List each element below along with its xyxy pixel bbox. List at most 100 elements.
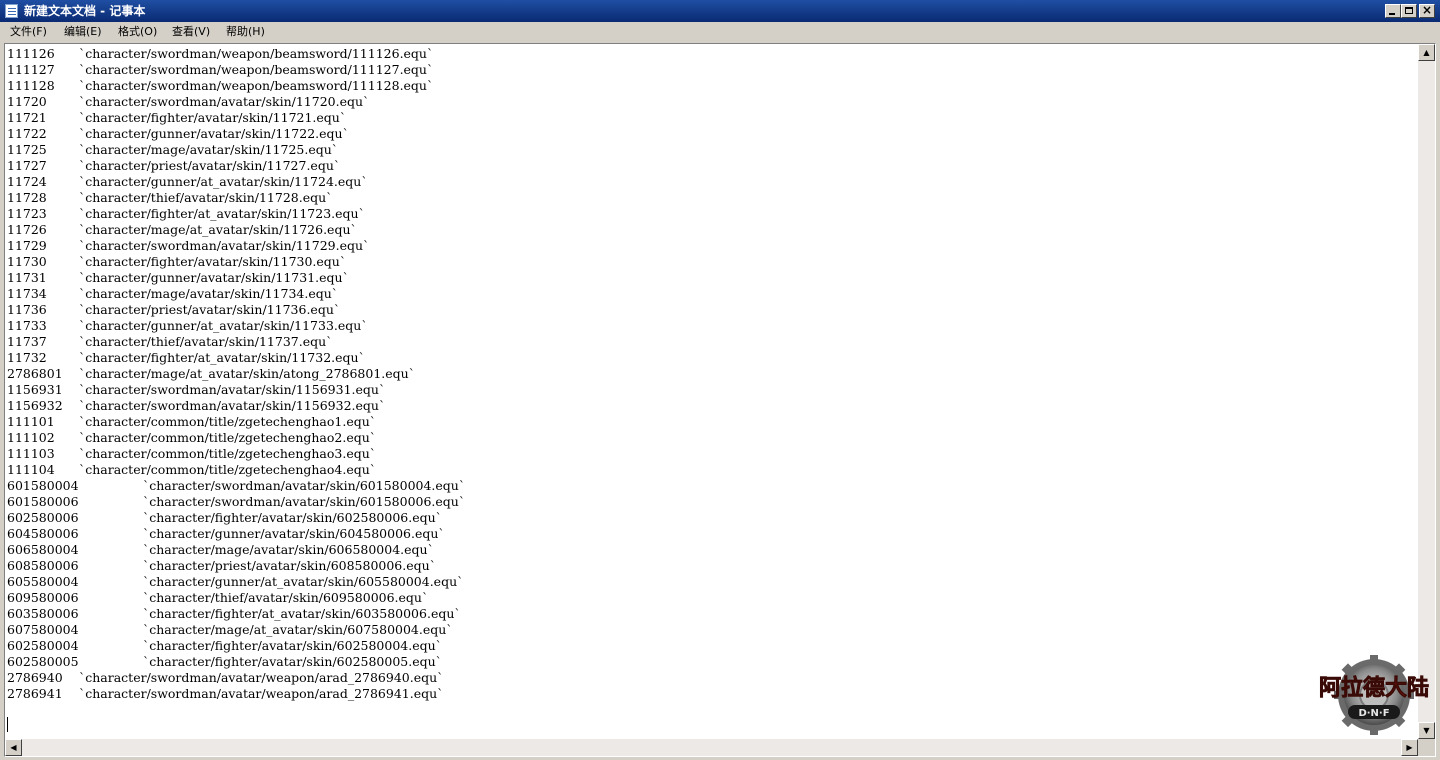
line-id: 602580006 (7, 510, 79, 525)
menu-view[interactable]: 查看(V) (172, 24, 210, 40)
text-line: 11736 `character/priest/avatar/skin/11736… (7, 302, 1417, 318)
line-id: 11734 (7, 286, 47, 301)
line-path: `character/mage/avatar/skin/11725.equ` (79, 142, 339, 157)
text-line: 111104 `character/common/title/zgetecheng… (7, 462, 1417, 478)
menu-edit[interactable]: 编辑(E) (64, 24, 102, 40)
title-bar[interactable]: 新建文本文档 - 记事本 × (0, 0, 1440, 22)
line-id: 601580004 (7, 478, 79, 493)
text-line: 11723 `character/fighter/at_avatar/skin/1… (7, 206, 1417, 222)
text-content[interactable]: 111126 `character/swordman/weapon/beamswo… (7, 46, 1417, 738)
text-line: 11732 `character/fighter/at_avatar/skin/1… (7, 350, 1417, 366)
line-id: 11730 (7, 254, 47, 269)
line-id: 111102 (7, 430, 55, 445)
line-id: 11721 (7, 110, 47, 125)
close-icon: × (1421, 3, 1433, 17)
line-id: 1156932 (7, 398, 63, 413)
line-path: `character/mage/at_avatar/skin/607580004… (143, 622, 453, 637)
line-id: 608580006 (7, 558, 79, 573)
line-path: `character/common/title/zgetechenghao2.e… (79, 430, 377, 445)
line-path: `character/mage/at_avatar/skin/atong_278… (79, 366, 415, 381)
line-id: 111127 (7, 62, 55, 77)
line-id: 11723 (7, 206, 47, 221)
window-title: 新建文本文档 - 记事本 (24, 4, 146, 18)
text-line: 111103 `character/common/title/zgetecheng… (7, 446, 1417, 462)
text-line: 111128 `character/swordman/weapon/beamswo… (7, 78, 1417, 94)
text-line: 11728 `character/thief/avatar/skin/11728.… (7, 190, 1417, 206)
text-line: 2786940 `character/swordman/avatar/weapon… (7, 670, 1417, 686)
line-path: `character/thief/avatar/skin/11737.equ` (79, 334, 333, 349)
line-path: `character/swordman/avatar/skin/60158000… (143, 494, 466, 509)
logo-subtitle: D·N·F (1358, 708, 1389, 719)
text-line: 11729 `character/swordman/avatar/skin/117… (7, 238, 1417, 254)
line-id: 1156931 (7, 382, 63, 397)
text-line: 11722 `character/gunner/avatar/skin/11722… (7, 126, 1417, 142)
maximize-button[interactable] (1401, 4, 1417, 18)
line-id: 606580004 (7, 542, 79, 557)
text-line: 602580006 `character/fighter/avatar/skin/… (7, 510, 1417, 526)
line-path: `character/common/title/zgetechenghao1.e… (79, 414, 377, 429)
minimize-button[interactable] (1385, 4, 1401, 18)
line-path: `character/thief/avatar/skin/11728.equ` (79, 190, 333, 205)
scroll-left-button[interactable]: ◀ (5, 739, 22, 756)
line-id: 602580005 (7, 654, 79, 669)
menu-help[interactable]: 帮助(H) (226, 24, 265, 40)
line-id: 11724 (7, 174, 47, 189)
text-line: 609580006 `character/thief/avatar/skin/60… (7, 590, 1417, 606)
line-id: 111101 (7, 414, 55, 429)
line-path: `character/mage/avatar/skin/11734.equ` (79, 286, 339, 301)
notepad-icon (5, 4, 18, 18)
text-line: 11721 `character/fighter/avatar/skin/1172… (7, 110, 1417, 126)
line-path: `character/priest/avatar/skin/608580006.… (143, 558, 436, 573)
menu-file[interactable]: 文件(F) (10, 24, 47, 40)
line-path: `character/swordman/weapon/beamsword/111… (79, 46, 434, 61)
text-caret (7, 717, 8, 732)
line-path: `character/swordman/weapon/beamsword/111… (79, 62, 434, 77)
line-id: 609580006 (7, 590, 79, 605)
line-path: `character/swordman/avatar/weapon/arad_2… (79, 670, 444, 685)
line-id: 2786801 (7, 366, 63, 381)
text-line: 604580006 `character/gunner/avatar/skin/6… (7, 526, 1417, 542)
arrow-left-icon: ◀ (10, 743, 17, 752)
line-id: 11732 (7, 350, 47, 365)
line-path: `character/swordman/avatar/skin/11720.eq… (79, 94, 370, 109)
close-button[interactable]: × (1419, 3, 1435, 18)
line-path: `character/swordman/avatar/skin/11729.eq… (79, 238, 370, 253)
line-path: `character/swordman/weapon/beamsword/111… (79, 78, 434, 93)
scroll-right-button[interactable]: ▶ (1401, 739, 1418, 756)
text-line: 111127 `character/swordman/weapon/beamswo… (7, 62, 1417, 78)
text-line: 11730 `character/fighter/avatar/skin/1173… (7, 254, 1417, 270)
line-path: `character/swordman/avatar/skin/1156932.… (79, 398, 386, 413)
logo-title: 阿拉德大陆 (1319, 675, 1429, 701)
line-id: 111103 (7, 446, 55, 461)
line-id: 11722 (7, 126, 47, 141)
text-line: 11725 `character/mage/avatar/skin/11725.e… (7, 142, 1417, 158)
text-line: 11737 `character/thief/avatar/skin/11737.… (7, 334, 1417, 350)
menu-format[interactable]: 格式(O) (118, 24, 157, 40)
text-line: 605580004 `character/gunner/at_avatar/ski… (7, 574, 1417, 590)
line-id: 111104 (7, 462, 55, 477)
line-id: 601580006 (7, 494, 79, 509)
text-line: 2786941 `character/swordman/avatar/weapon… (7, 686, 1417, 702)
horizontal-scrollbar[interactable]: ◀ ▶ (5, 739, 1418, 756)
line-path: `character/gunner/avatar/skin/604580006.… (143, 526, 445, 541)
line-path: `character/gunner/at_avatar/skin/11724.e… (79, 174, 368, 189)
minimize-icon (1389, 13, 1395, 15)
text-line: 608580006 `character/priest/avatar/skin/6… (7, 558, 1417, 574)
vertical-scrollbar[interactable]: ▲ ▼ (1418, 44, 1435, 739)
line-path: `character/fighter/avatar/skin/602580004… (143, 638, 442, 653)
maximize-icon (1405, 7, 1413, 14)
line-path: `character/gunner/avatar/skin/11731.equ` (79, 270, 349, 285)
line-path: `character/gunner/at_avatar/skin/6055800… (143, 574, 464, 589)
line-id: 11727 (7, 158, 47, 173)
text-line: 111101 `character/common/title/zgetecheng… (7, 414, 1417, 430)
line-path: `character/priest/avatar/skin/11727.equ` (79, 158, 341, 173)
scrollbar-corner (1418, 739, 1435, 756)
line-path: `character/fighter/avatar/skin/602580006… (143, 510, 442, 525)
line-path: `character/gunner/at_avatar/skin/11733.e… (79, 318, 368, 333)
text-line: 111126 `character/swordman/weapon/beamswo… (7, 46, 1417, 62)
line-id: 2786941 (7, 686, 63, 701)
line-id: 603580006 (7, 606, 79, 621)
text-editor[interactable]: 111126 `character/swordman/weapon/beamswo… (4, 43, 1436, 757)
line-id: 604580006 (7, 526, 79, 541)
scroll-up-button[interactable]: ▲ (1418, 44, 1435, 61)
